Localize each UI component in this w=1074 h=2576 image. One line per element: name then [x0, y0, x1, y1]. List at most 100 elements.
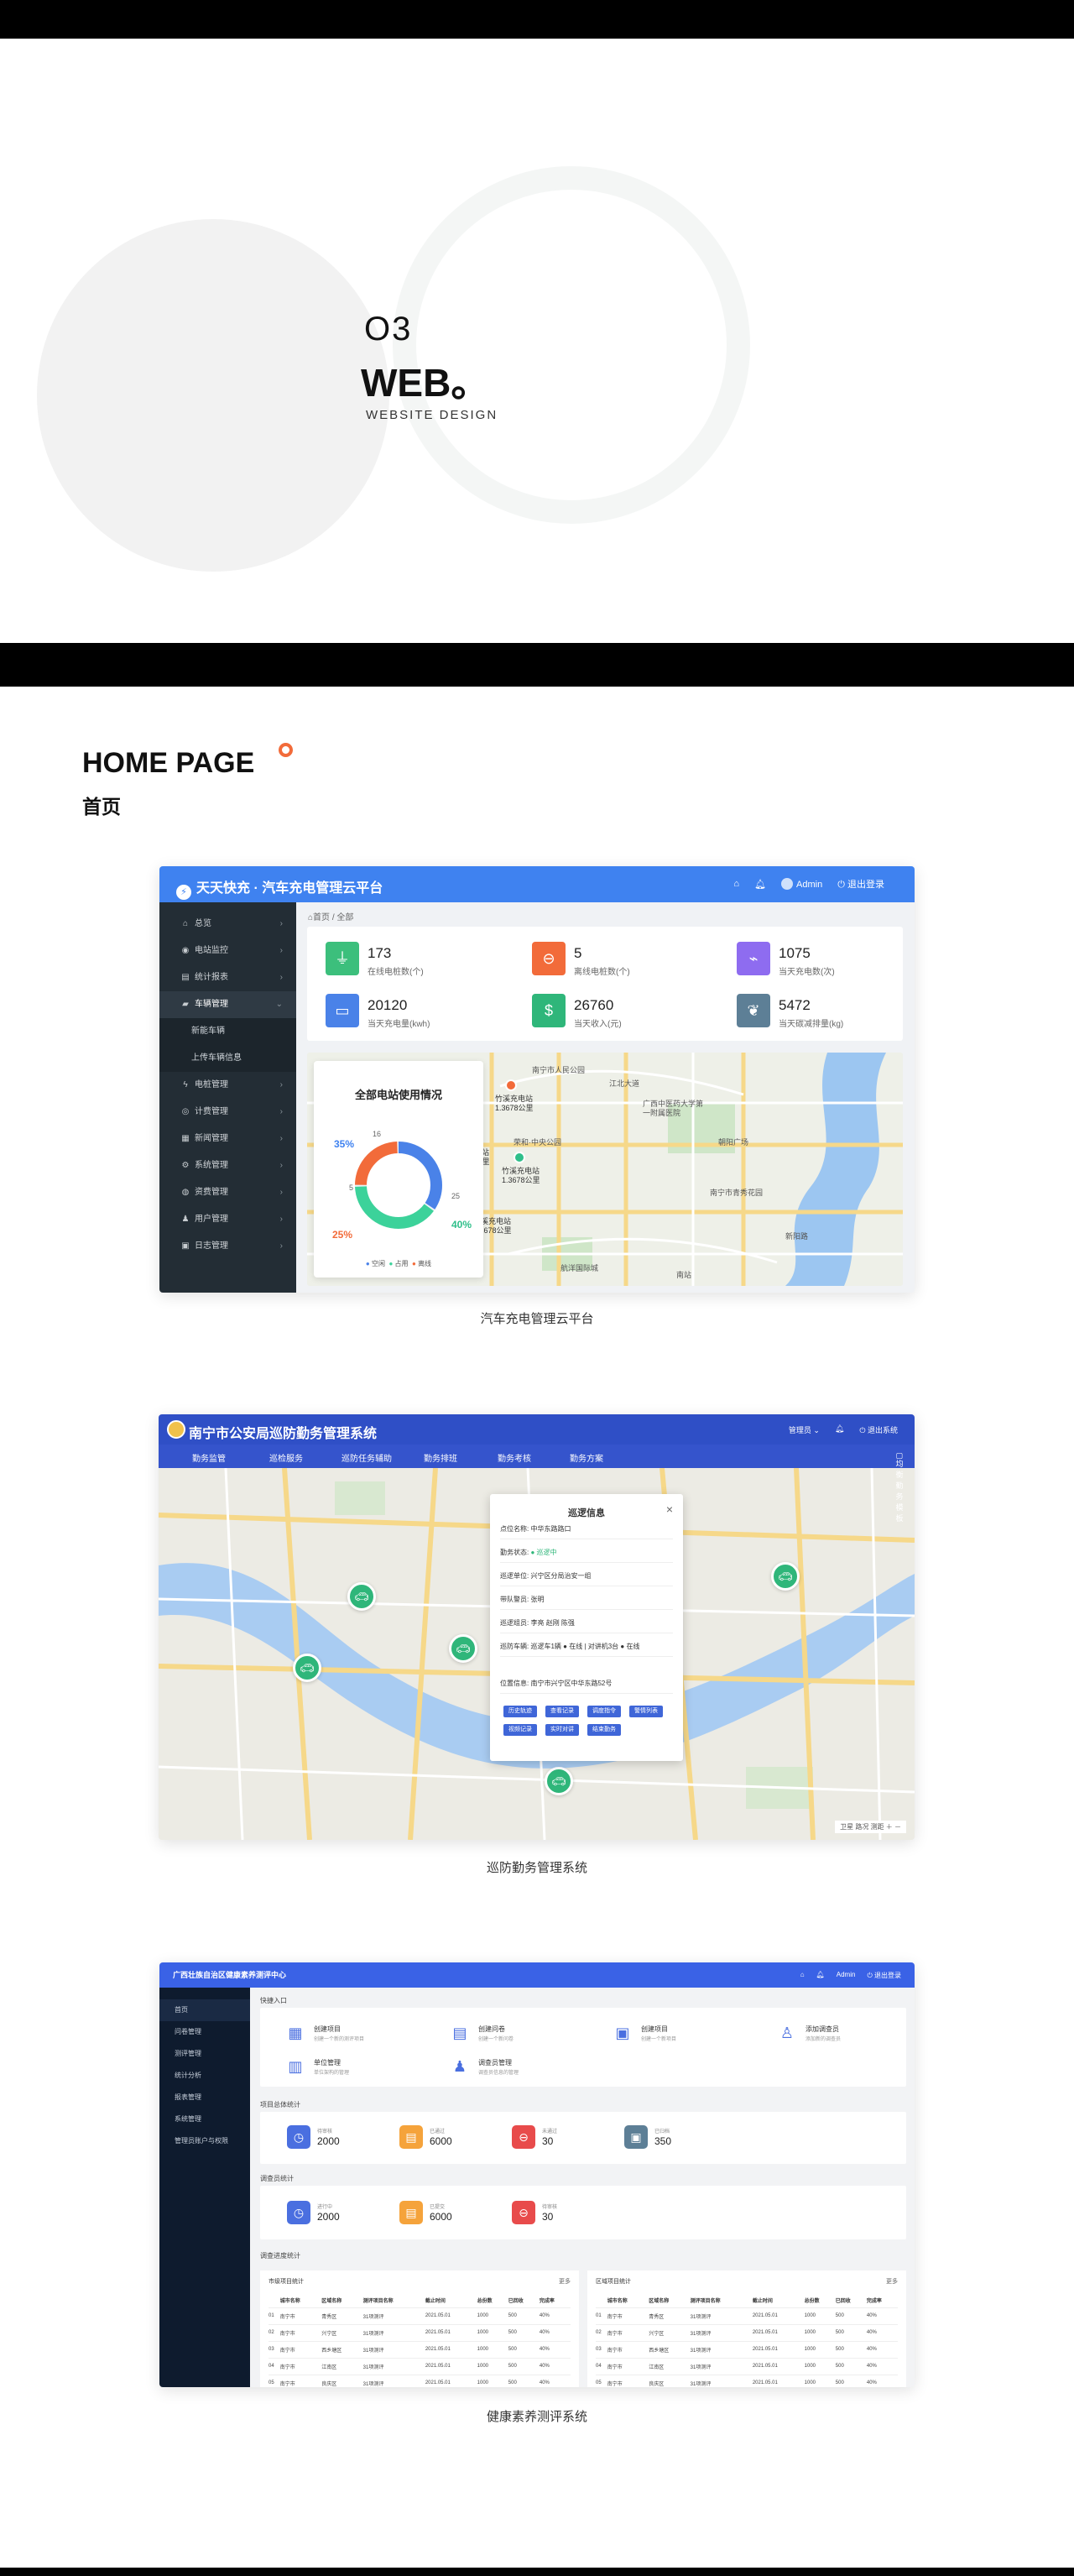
table-row[interactable]: 01 南宁市 青秀区 31项测评 2021.05.01 1000 500 40%: [268, 2307, 571, 2324]
popup-value: 李亮 赵刚 陈强: [530, 1619, 575, 1627]
s2-nav-tab[interactable]: 勤务方案: [570, 1451, 603, 1464]
table-row[interactable]: 04 南宁市 江南区 31项测评 2021.05.01 1000 500 40%: [596, 2357, 898, 2375]
hero-ring-circle: [393, 166, 750, 524]
home-icon[interactable]: ⌂: [800, 1971, 805, 1980]
s1-nav-item[interactable]: ◍ 资费管理 ›: [159, 1179, 296, 1206]
table-row[interactable]: 02 南宁市 兴宁区 31项测评 2021.05.01 1000 500 40%: [596, 2323, 898, 2341]
s1-nav-item[interactable]: ◉ 电站监控 ›: [159, 938, 296, 964]
s1-user[interactable]: Admin: [781, 878, 822, 890]
s2-nav-tab[interactable]: 巡检服务: [269, 1451, 303, 1464]
table-cell: 2021.05.01: [425, 2323, 477, 2341]
table-cell: 青秀区: [649, 2307, 691, 2324]
s3-nav-item[interactable]: 测评管理: [159, 2043, 250, 2065]
popup-action-button[interactable]: 调度指令: [587, 1706, 621, 1717]
map-label: 荣和·中央公园: [514, 1138, 561, 1147]
s3-nav-item[interactable]: 首页: [159, 1999, 250, 2021]
quick-entry-title: 创建项目: [314, 2025, 341, 2033]
table-row[interactable]: 05 南宁市 良庆区 31项测评 2021.05.01 1000 500 40%: [268, 2374, 571, 2387]
map-pin[interactable]: [505, 1079, 517, 1091]
table-cell: 500: [835, 2340, 867, 2358]
s2-nav-tab[interactable]: 勤务监管: [192, 1451, 226, 1464]
popup-action-button[interactable]: 视频记录: [503, 1724, 537, 1736]
s2-nav-tab[interactable]: 勤务考核: [498, 1451, 531, 1464]
popup-action-button[interactable]: 警情列表: [629, 1706, 663, 1717]
popup-key: 巡防车辆:: [500, 1643, 529, 1650]
s1-nav-item[interactable]: ♟ 用户管理 ›: [159, 1206, 296, 1233]
s1-subnav-item[interactable]: 新能车辆: [159, 1018, 296, 1045]
archive-icon: ▣: [624, 2125, 648, 2149]
s1-nav-item[interactable]: ϟ 电桩管理 ›: [159, 1072, 296, 1099]
s1-map[interactable]: 南宁市人民公园 广西中医药大学第一附属医院 朝阳广场 江北大道 新阳路 南宁市青…: [307, 1053, 903, 1286]
patrol-car-marker[interactable]: 🚗︎: [545, 1767, 573, 1795]
s3-nav-item[interactable]: 问卷管理: [159, 2021, 250, 2043]
s1-nav-item[interactable]: ▤ 统计报表 ›: [159, 964, 296, 991]
s3-user[interactable]: Admin: [837, 1971, 856, 1980]
log-icon: ▣: [181, 1241, 190, 1251]
popup-action-button[interactable]: 查看记录: [545, 1706, 579, 1717]
s3-logout-label: 退出登录: [874, 1972, 901, 1979]
popup-row: 位置信息: 南宁市兴宁区中华东路52号: [500, 1679, 673, 1694]
table-cell: 500: [508, 2340, 540, 2358]
stat-label: 离线电桩数(个): [574, 968, 630, 977]
popup-action-button[interactable]: 结束勤务: [587, 1724, 621, 1736]
table-cell: 2021.05.01: [752, 2357, 805, 2375]
close-icon[interactable]: ×: [666, 1502, 673, 1516]
table-row[interactable]: 03 南宁市 西乡塘区 31项测评 2021.05.01 1000 500 40%: [596, 2340, 898, 2358]
table-cell: 2021.05.01: [752, 2307, 805, 2324]
bell-icon[interactable]: 🔔︎: [835, 1424, 844, 1435]
stat-card: $26760 当天收入(元): [524, 985, 717, 1036]
map-controls[interactable]: 卫星 路况 测距 ＋ －: [835, 1821, 906, 1833]
map-pin[interactable]: [514, 1152, 525, 1163]
bell-icon[interactable]: 🔔︎: [816, 1971, 825, 1980]
form-icon: ▤: [452, 2025, 467, 2041]
s3-nav-item[interactable]: 报表管理: [159, 2087, 250, 2108]
more-link[interactable]: 更多: [886, 2277, 898, 2286]
bell-icon[interactable]: 🔔︎: [754, 879, 766, 890]
more-link[interactable]: 更多: [559, 2277, 571, 2286]
popup-action-button[interactable]: 历史轨迹: [503, 1706, 537, 1717]
s2-nav-tab[interactable]: 巡防任务辅助: [341, 1451, 392, 1464]
s2-nav-tab[interactable]: 勤务排班: [424, 1451, 457, 1464]
s1-nav-item[interactable]: ◎ 计费管理 ›: [159, 1099, 296, 1126]
kpi-value: 30: [542, 2135, 554, 2147]
s1-subnav-item[interactable]: 上传车辆信息: [159, 1045, 296, 1072]
s1-nav-label: 资费管理: [195, 1188, 228, 1197]
s1-nav-label: 总览: [195, 919, 211, 928]
quick-entry-title: 创建问卷: [478, 2025, 505, 2033]
patrol-car-marker[interactable]: 🚗︎: [347, 1582, 376, 1611]
table-row[interactable]: 03 南宁市 西乡塘区 31项测评 2021.05.01 1000 500 40%: [268, 2340, 571, 2358]
patrol-car-marker[interactable]: 🚗︎: [449, 1634, 477, 1663]
s1-nav-item[interactable]: ▣ 日志管理 ›: [159, 1233, 296, 1260]
home-icon[interactable]: ⌂: [733, 879, 739, 889]
s1-nav-item[interactable]: ▦ 新闻管理 ›: [159, 1126, 296, 1152]
caption: 汽车充电管理云平台: [480, 1312, 594, 1326]
table-row[interactable]: 05 南宁市 良庆区 31项测评 2021.05.01 1000 500 40%: [596, 2374, 898, 2387]
patrol-car-marker[interactable]: 🚗︎: [771, 1562, 800, 1591]
s3-logout-button[interactable]: ⏻ 退出登录: [867, 1971, 901, 1980]
hero-filled-circle: [37, 219, 389, 572]
user-icon: ♟: [181, 1215, 190, 1224]
patrol-car-marker[interactable]: 🚗︎: [293, 1654, 321, 1682]
table-cell: 南宁市: [607, 2323, 649, 2341]
s1-logout-button[interactable]: ⏻ 退出登录: [837, 877, 884, 891]
s3-nav-item[interactable]: 管理员账户与权限: [159, 2130, 250, 2152]
kpi-value: 30: [542, 2211, 554, 2223]
s1-nav-label: 日志管理: [195, 1241, 228, 1251]
table-cell: 西乡塘区: [649, 2340, 691, 2358]
s1-nav-item[interactable]: ⚙ 系统管理 ›: [159, 1152, 296, 1179]
donut-pct-label: 25%: [332, 1229, 353, 1241]
s1-nav-item[interactable]: ⌂ 总览 ›: [159, 911, 296, 938]
s2-logout-button[interactable]: ⏻ 退出系统: [859, 1424, 898, 1435]
popup-action-button[interactable]: 实时对讲: [545, 1724, 579, 1736]
map-label: 南站: [676, 1271, 692, 1279]
s1-nav-item-active[interactable]: ▰ 车辆管理 ⌄: [159, 991, 296, 1018]
table-row[interactable]: 04 南宁市 江南区 31项测评 2021.05.01 1000 500 40%: [268, 2357, 571, 2375]
s3-nav-item[interactable]: 系统管理: [159, 2108, 250, 2130]
s2-user[interactable]: 管理员 ⌄: [789, 1424, 820, 1435]
kpi-label: 待审核: [542, 2205, 558, 2210]
table-row[interactable]: 02 南宁市 兴宁区 31项测评 2021.05.01 1000 500 40%: [268, 2323, 571, 2341]
s2-template-link[interactable]: 均衡勤务模板 ▢: [895, 1451, 903, 1523]
table-cell: 2021.05.01: [752, 2374, 805, 2387]
s3-nav-item[interactable]: 统计分析: [159, 2065, 250, 2087]
table-row[interactable]: 01 南宁市 青秀区 31项测评 2021.05.01 1000 500 40%: [596, 2307, 898, 2324]
